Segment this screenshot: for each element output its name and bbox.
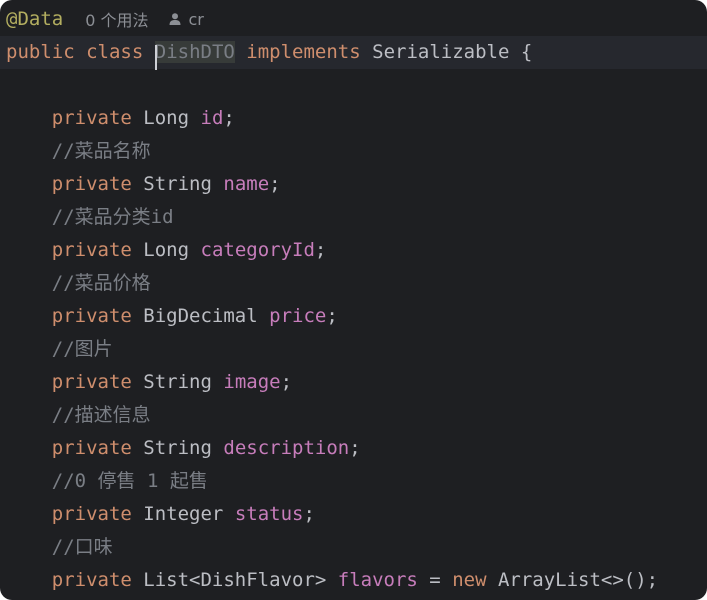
code-comment: //描述信息 [51,404,151,426]
field-name: name [223,173,270,195]
code-comment: //菜品分类id [51,206,174,228]
field-type: Long [143,239,190,261]
comment-line[interactable]: //口味 [6,531,113,564]
comment-line[interactable]: //描述信息 [6,399,151,432]
code-comment: //菜品名称 [51,140,151,162]
code-comment: //菜品价格 [51,272,151,294]
field-line-image[interactable]: private String image; [6,366,292,399]
field-line-id[interactable]: private Long id; [6,102,235,135]
modifier-private: private [51,437,132,459]
field-type: String [143,173,212,195]
comment-line[interactable]: //菜品价格 [6,267,151,300]
author-inlay-hint[interactable]: cr [168,9,204,29]
person-icon [169,13,181,25]
semicolon: ; [303,503,315,525]
comment-line[interactable]: //0 停售 1 起售 [6,465,208,498]
code-comment: //口味 [51,536,113,558]
code-editor[interactable]: @Data 0 个用法 cr public class DishDTO impl… [0,0,707,600]
field-type: String [143,371,212,393]
data-annotation[interactable]: @Data [6,8,63,30]
field-name: image [223,371,281,393]
keyword-class: class [86,41,144,63]
comment-line[interactable]: //菜品名称 [6,135,151,168]
field-line-status[interactable]: private Integer status; [6,498,315,531]
semicolon: ; [326,305,338,327]
usages-count[interactable]: 0 个用法 [85,7,148,31]
modifier-private: private [51,569,132,591]
field-line-categoryid[interactable]: private Long categoryId; [6,234,327,267]
open-brace: { [509,41,533,63]
author-name: cr [188,9,204,29]
modifier-private: private [51,371,132,393]
comment-line[interactable]: //图片 [6,333,113,366]
field-type: BigDecimal [143,305,258,327]
field-name: description [223,437,350,459]
field-line-name[interactable]: private String name; [6,168,281,201]
semicolon: ; [280,371,293,393]
class-name[interactable]: DishDTO [154,41,235,70]
keyword-public: public [6,41,75,63]
field-type: Long [143,107,190,129]
code-comment: //0 停售 1 起售 [51,470,208,492]
field-name: flavors [337,569,418,591]
semicolon: ; [223,107,235,129]
assignment-operator: = [417,569,453,591]
modifier-private: private [51,107,132,129]
modifier-private: private [51,305,132,327]
keyword-implements: implements [246,41,361,63]
field-type: List<DishFlavor> [143,569,327,591]
field-type: String [143,437,212,459]
field-name: categoryId [200,239,315,261]
field-line-description[interactable]: private String description; [6,432,361,465]
interface-name[interactable]: Serializable [372,41,509,63]
field-name: price [269,305,327,327]
keyword-new: new [452,569,487,591]
class-declaration-line[interactable]: public class DishDTO implements Serializ… [6,36,533,70]
semicolon: ; [349,437,361,459]
field-line-price[interactable]: private BigDecimal price; [6,300,338,333]
modifier-private: private [51,503,132,525]
field-name: status [234,503,304,525]
field-type: Integer [143,503,224,525]
semicolon: ; [314,239,327,261]
initializer: ArrayList<>(); [486,569,659,591]
text-caret [154,45,157,70]
field-name: id [200,107,224,129]
field-line-flavors[interactable]: private List<DishFlavor> flavors = new A… [6,564,658,597]
modifier-private: private [51,239,132,261]
usages-inlay-hint[interactable]: 0 个用法 [85,7,148,31]
semicolon: ; [269,173,281,195]
modifier-private: private [51,173,132,195]
comment-line[interactable]: //菜品分类id [6,201,174,234]
code-comment: //图片 [51,338,113,360]
annotation-line: @Data 0 个用法 cr [6,4,204,34]
